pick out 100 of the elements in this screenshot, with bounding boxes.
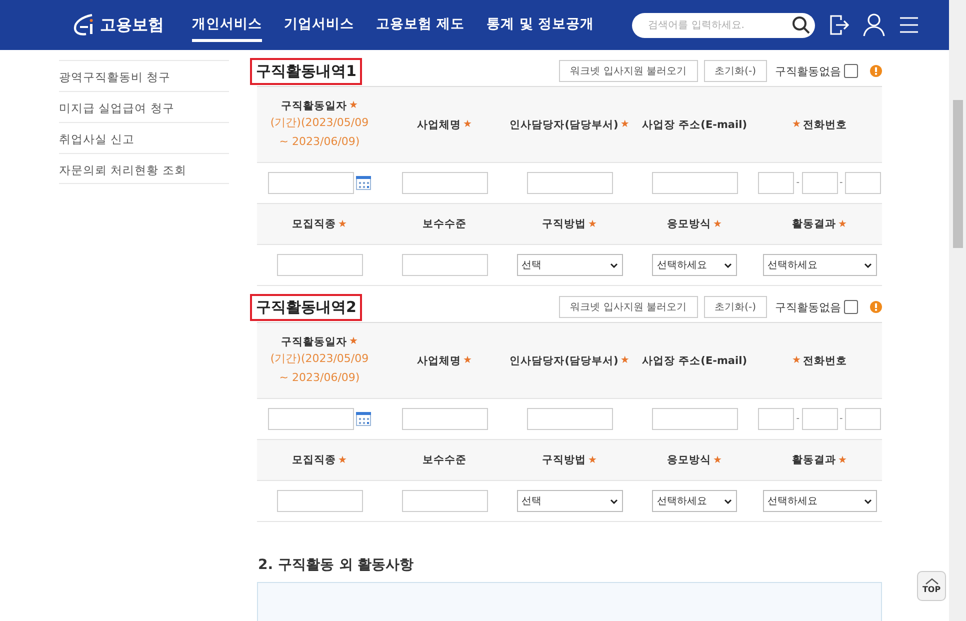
column-header: 사업장 주소(E-mail): [642, 118, 747, 132]
top-button[interactable]: TOP: [917, 571, 946, 601]
required-mark: ★: [349, 100, 358, 111]
logo-icon: [72, 14, 96, 36]
required-mark: ★: [713, 454, 722, 466]
column-header: 사업장 주소(E-mail): [642, 354, 747, 368]
chevron-down-icon: [610, 498, 618, 504]
nav-tab[interactable]: 고용보험 제도: [376, 8, 465, 42]
required-mark: ★: [463, 355, 472, 366]
phone-field[interactable]: [802, 172, 838, 194]
phone-field[interactable]: [844, 408, 881, 430]
section-title: 구직활동내역1: [250, 58, 362, 84]
chevron-up-icon: [924, 578, 938, 585]
text-field[interactable]: [402, 254, 488, 276]
dropdown[interactable]: 선택하세요: [652, 490, 737, 512]
column-header: 구직활동일자: [281, 334, 348, 348]
column-header: 보수수준: [422, 453, 466, 467]
sidebar-link[interactable]: 광역구직활동비 청구: [59, 60, 229, 91]
column-header: 구직활동일자: [281, 98, 348, 112]
dropdown[interactable]: 선택하세요: [652, 254, 737, 276]
checkbox-label: 구직활동없음: [775, 64, 841, 78]
menu-icon[interactable]: [899, 16, 920, 34]
dash-text: -: [840, 178, 843, 188]
section-title: 구직활동내역2: [250, 294, 362, 320]
text-field[interactable]: [652, 172, 738, 194]
section-heading: 2. 구직활동 외 활동사항: [258, 556, 415, 574]
date-field[interactable]: [268, 408, 354, 430]
period-text: ~ 2023/06/09): [279, 370, 360, 386]
required-mark: ★: [713, 218, 722, 230]
text-field[interactable]: [526, 172, 612, 194]
action-button[interactable]: 워크넷 입사지원 불러오기: [559, 60, 698, 82]
text-field[interactable]: [402, 172, 488, 194]
checkbox[interactable]: [844, 64, 858, 78]
date-field[interactable]: [268, 172, 354, 194]
action-button[interactable]: 초기화(-): [704, 60, 767, 82]
sidebar-link[interactable]: 미지급 실업급여 청구: [59, 91, 229, 122]
user-icon[interactable]: [863, 13, 886, 37]
dropdown[interactable]: 선택하세요: [762, 254, 876, 276]
required-mark: ★: [588, 218, 597, 230]
chevron-down-icon: [610, 262, 618, 268]
sidebar-link[interactable]: 취업사실 신고: [59, 122, 229, 153]
column-header: 전화번호: [802, 118, 847, 132]
text-field[interactable]: [276, 254, 362, 276]
checkbox-label: 구직활동없음: [775, 300, 841, 314]
calendar-icon[interactable]: [356, 176, 371, 190]
action-button[interactable]: 초기화(-): [704, 296, 767, 318]
column-header: 구직방법: [542, 453, 586, 467]
column-header: 모집직종: [292, 453, 336, 467]
column-header: 응모방식: [667, 217, 712, 231]
phone-field[interactable]: [844, 172, 881, 194]
text-field[interactable]: [652, 408, 738, 430]
phone-field[interactable]: [758, 172, 794, 194]
required-mark: ★: [838, 218, 847, 230]
calendar-icon[interactable]: [356, 412, 371, 426]
required-mark: ★: [338, 218, 347, 230]
required-mark: ★: [792, 119, 801, 130]
phone-field[interactable]: [758, 408, 794, 430]
chevron-down-icon: [724, 262, 732, 268]
column-header: 사업체명: [417, 354, 462, 368]
action-button[interactable]: 워크넷 입사지원 불러오기: [559, 296, 698, 318]
text-field[interactable]: [402, 408, 488, 430]
required-mark: ★: [838, 454, 847, 466]
column-header: 활동결과: [792, 453, 836, 467]
nav-tab[interactable]: 통계 및 정보공개: [486, 8, 594, 42]
checkbox[interactable]: [844, 300, 858, 314]
period-text: (기간)(2023/05/09: [270, 350, 369, 366]
required-mark: ★: [792, 355, 801, 366]
sidebar-link[interactable]: 자문의뢰 처리현황 조회: [59, 153, 229, 184]
text-field[interactable]: [526, 408, 612, 430]
column-header: 구직방법: [542, 217, 586, 231]
text-field[interactable]: [402, 490, 488, 512]
warning-icon[interactable]: [870, 65, 882, 77]
column-header: 보수수준: [422, 217, 466, 231]
logout-icon[interactable]: [829, 14, 850, 36]
required-mark: ★: [338, 454, 347, 466]
period-text: (기간)(2023/05/09: [270, 114, 369, 130]
dropdown[interactable]: 선택: [516, 490, 622, 512]
column-header: 인사담당자(담당부서): [510, 118, 618, 132]
column-header: 응모방식: [667, 453, 712, 467]
chevron-down-icon: [864, 498, 872, 504]
column-header: 모집직종: [292, 217, 336, 231]
required-mark: ★: [620, 355, 630, 366]
column-header: 활동결과: [792, 217, 836, 231]
chevron-down-icon: [864, 262, 872, 268]
dropdown[interactable]: 선택: [516, 254, 622, 276]
dropdown[interactable]: 선택하세요: [762, 490, 876, 512]
required-mark: ★: [588, 454, 597, 466]
text-field[interactable]: [276, 490, 362, 512]
period-text: ~ 2023/06/09): [279, 134, 360, 150]
scrollbar[interactable]: [949, 0, 966, 621]
phone-field[interactable]: [802, 408, 838, 430]
dash-text: -: [796, 414, 800, 424]
column-header: 전화번호: [802, 354, 847, 368]
search-icon[interactable]: [791, 15, 812, 35]
search-box[interactable]: 검색어를 입력하세요.: [632, 12, 816, 38]
warning-icon[interactable]: [870, 301, 882, 313]
nav-tab[interactable]: 개인서비스: [192, 8, 262, 42]
required-mark: ★: [349, 336, 358, 347]
nav-tab[interactable]: 기업서비스: [284, 8, 354, 42]
required-mark: ★: [463, 119, 472, 130]
